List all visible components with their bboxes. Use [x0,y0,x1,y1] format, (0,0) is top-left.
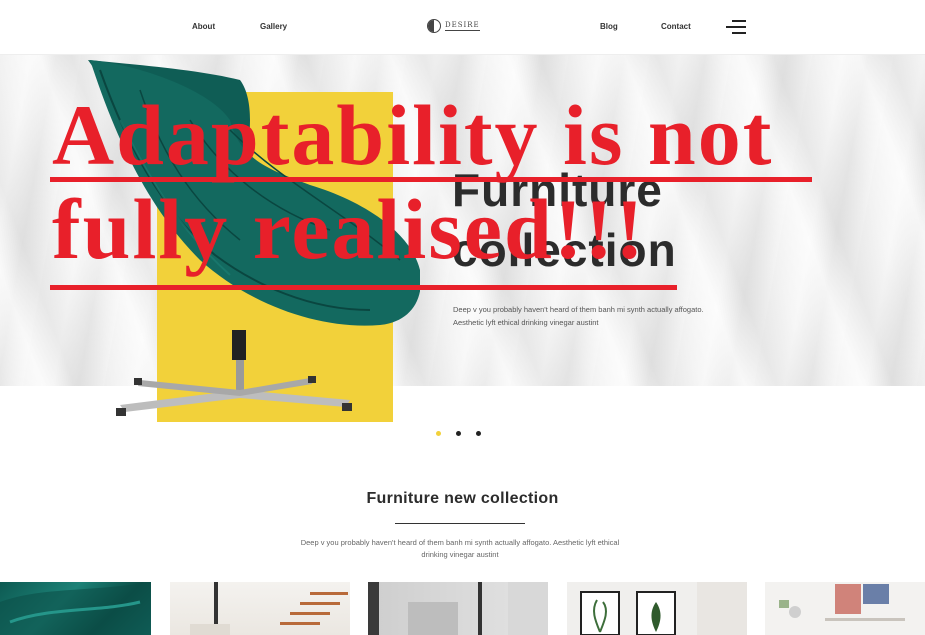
warning-overlay: Adaptability is not fully realised!!! [52,88,773,276]
nav-blog[interactable]: Blog [600,22,618,31]
section-title: Furniture new collection [366,490,559,507]
warning-underline-1 [50,177,812,182]
dark-doorway-thumbnail[interactable] [368,582,548,635]
logo-text: DESIRE [445,21,480,31]
site-header: About Gallery DESIRE Blog Contact [0,0,925,55]
slider-dot-3[interactable] [476,431,481,436]
staircase-interior-thumbnail[interactable] [170,582,350,635]
warning-overlay-line1: Adaptability is not [52,87,774,183]
slider-dot-2[interactable] [456,431,461,436]
section-description-line1: Deep v you probably haven't heard of the… [300,538,620,547]
logo-icon [427,19,441,33]
hamburger-menu-icon[interactable] [726,20,746,34]
warning-overlay-line2: fully realised!!! [52,181,646,277]
warning-underline-2 [50,285,677,290]
site-logo[interactable]: DESIRE [427,19,480,33]
hero-description-line2: Aesthetic lyft ethical drinking vinegar … [453,318,599,327]
nav-contact[interactable]: Contact [661,22,691,31]
section-title-underline [395,523,525,524]
section-description: Deep v you probably haven't heard of the… [260,537,660,561]
hero-description: Deep v you probably haven't heard of the… [453,303,773,329]
nav-gallery[interactable]: Gallery [260,22,287,31]
hero-description-line1: Deep v you probably haven't heard of the… [453,305,704,314]
nav-about[interactable]: About [192,22,215,31]
slider-dot-1[interactable] [436,431,441,436]
shelf-decor-thumbnail[interactable] [765,582,925,635]
framed-plants-thumbnail[interactable] [567,582,747,635]
section-description-line2: drinking vinegar austint [421,550,499,559]
slider-pagination [436,431,481,436]
green-armchair-thumbnail[interactable] [0,582,151,635]
